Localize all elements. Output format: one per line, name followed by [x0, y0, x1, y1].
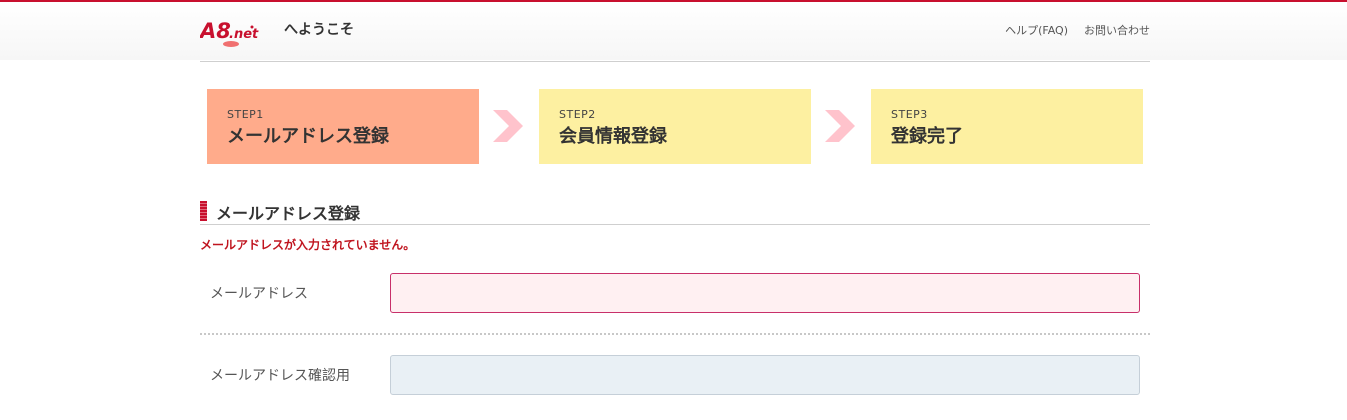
svg-text:.net: .net	[229, 27, 259, 42]
email-confirm-input[interactable]	[391, 356, 1139, 394]
email-label: メールアドレス	[210, 286, 308, 302]
step-3: STEP3 登録完了	[871, 89, 1143, 164]
header-divider	[200, 61, 1150, 62]
header-nav: ヘルプ(FAQ) お問い合わせ	[1005, 22, 1150, 38]
section-heading: メールアドレス登録	[200, 200, 1150, 225]
step-title: 登録完了	[891, 126, 963, 147]
a8net-logo[interactable]: A8 .net	[198, 16, 259, 48]
email-input[interactable]	[391, 274, 1139, 312]
page-container: A8 .net へようこそ ヘルプ(FAQ) お問い合わせ STEP1 メールア…	[198, 0, 1150, 420]
a8net-logo-mark: A8 .net	[198, 19, 259, 47]
chevron-right-icon	[493, 110, 523, 142]
email-confirm-label: メールアドレス確認用	[210, 368, 350, 384]
step-number: STEP1	[227, 108, 264, 121]
chevron-right-icon	[825, 110, 855, 142]
step-2: STEP2 会員情報登録	[539, 89, 811, 164]
step-number: STEP3	[891, 108, 928, 121]
svg-text:A8: A8	[200, 19, 231, 43]
step-1: STEP1 メールアドレス登録	[207, 89, 479, 164]
step-title: メールアドレス登録	[227, 126, 389, 147]
help-faq-link[interactable]: ヘルプ(FAQ)	[1005, 22, 1068, 38]
contact-link[interactable]: お問い合わせ	[1084, 22, 1150, 38]
step-number: STEP2	[559, 108, 596, 121]
heading-marker	[200, 201, 207, 221]
section-title: メールアドレス登録	[216, 204, 361, 223]
email-field	[390, 273, 1140, 313]
welcome-text: へようこそ	[284, 22, 354, 38]
step-title: 会員情報登録	[559, 126, 667, 147]
email-confirm-field	[390, 355, 1140, 395]
row-divider	[200, 333, 1150, 335]
error-message: メールアドレスが入力されていません。	[200, 238, 416, 252]
registration-steps: STEP1 メールアドレス登録 STEP2 会員情報登録 STEP3 登録完了	[207, 89, 1143, 164]
